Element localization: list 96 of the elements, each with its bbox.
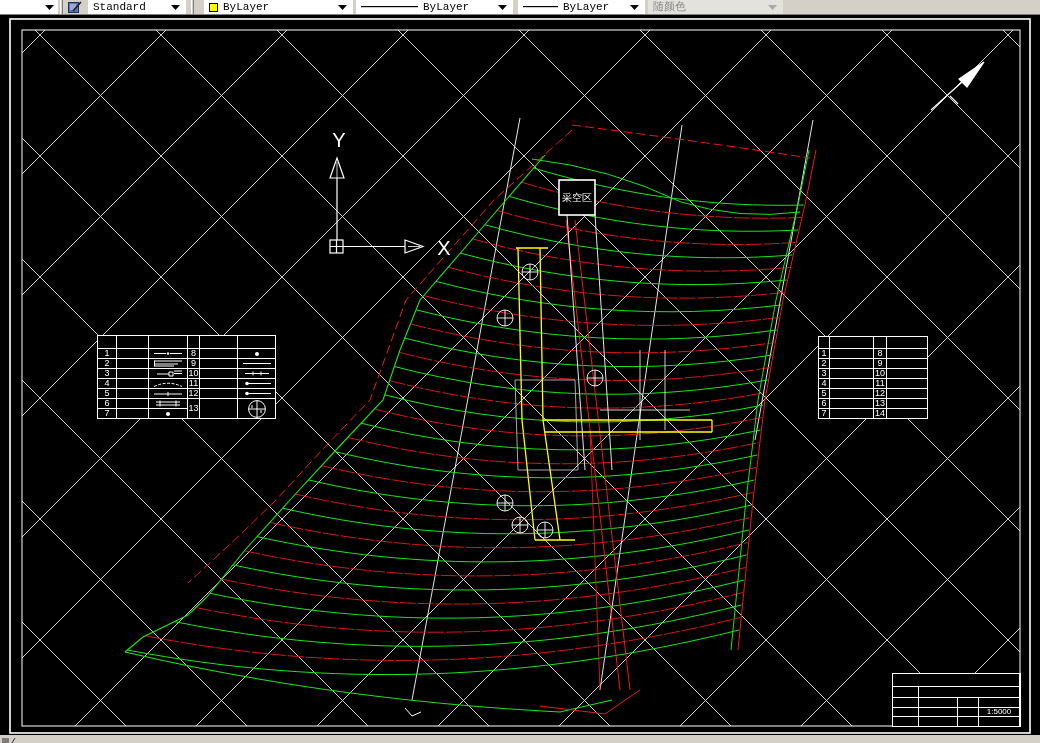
double-line-icon bbox=[154, 360, 182, 367]
table-cell: 3 bbox=[819, 369, 829, 378]
line-with-pin-icon bbox=[242, 390, 271, 397]
table-cell bbox=[830, 379, 873, 388]
caret-icon bbox=[45, 4, 54, 10]
table-cell: 1 bbox=[98, 349, 116, 358]
table-cell: 4 bbox=[98, 379, 116, 388]
table-cell bbox=[958, 717, 978, 726]
table-cell bbox=[887, 409, 927, 418]
table-cell: 5 bbox=[98, 389, 116, 398]
line-sample-icon bbox=[523, 6, 558, 8]
table-cell: 5 bbox=[819, 389, 829, 398]
table-cell bbox=[893, 707, 918, 717]
table-cell: 11 bbox=[874, 379, 886, 388]
line-icon bbox=[242, 360, 271, 367]
table-cell bbox=[893, 717, 918, 726]
table-cell bbox=[979, 698, 1019, 707]
dropdown[interactable] bbox=[0, 0, 58, 14]
table-cell: 13 bbox=[874, 399, 886, 408]
table-cell bbox=[887, 399, 927, 408]
line-sample-icon bbox=[361, 6, 418, 8]
table-cell bbox=[958, 707, 978, 717]
dot-icon bbox=[166, 411, 170, 416]
table-cell: 14 bbox=[874, 409, 886, 418]
line-with-pin-icon bbox=[242, 380, 271, 387]
table-cell: 2 bbox=[819, 359, 829, 368]
north-arrow-icon bbox=[930, 61, 985, 111]
table-cell bbox=[830, 389, 873, 398]
table-header-cell bbox=[98, 336, 116, 348]
table-cell: 2 bbox=[98, 359, 116, 368]
table-cell bbox=[958, 698, 978, 707]
area-label: 采空区 bbox=[562, 192, 592, 203]
table-cell: 10 bbox=[874, 369, 886, 378]
table-header-cell bbox=[830, 337, 873, 348]
linetype-dropdown[interactable]: ByLayer bbox=[356, 0, 513, 14]
table-cell bbox=[887, 349, 927, 358]
table-cell bbox=[887, 369, 927, 378]
table-cell bbox=[830, 369, 873, 378]
table-cell: 12 bbox=[188, 389, 199, 398]
table-header-cell bbox=[887, 337, 927, 348]
table-cell bbox=[887, 379, 927, 388]
ucs-icon bbox=[329, 156, 425, 254]
table-cell bbox=[893, 698, 918, 707]
table-header-cell bbox=[819, 337, 829, 348]
table-cell bbox=[887, 359, 927, 368]
table-cell: 6 bbox=[98, 399, 116, 408]
table-cell: 1 bbox=[819, 349, 829, 358]
table-cell: 11 bbox=[188, 379, 199, 388]
text-lines-icon bbox=[2, 738, 16, 743]
table-cell bbox=[919, 698, 957, 707]
line-with-ticks-icon bbox=[242, 370, 271, 377]
caret-icon bbox=[171, 4, 180, 10]
line-with-tick-icon bbox=[154, 390, 182, 397]
text-style-button[interactable] bbox=[66, 0, 84, 14]
table-cell bbox=[830, 349, 873, 358]
table-cell bbox=[919, 707, 957, 717]
table-cell bbox=[887, 389, 927, 398]
table-cell: 3 bbox=[98, 369, 116, 378]
table-cell bbox=[893, 687, 918, 697]
table-cell: 10 bbox=[188, 369, 199, 378]
table-cell bbox=[830, 359, 873, 368]
table-cell: 7 bbox=[819, 409, 829, 418]
table-cell: 12 bbox=[874, 389, 886, 398]
table-cell bbox=[830, 409, 873, 418]
tagged-line-icon bbox=[154, 370, 182, 377]
color-swatch-icon bbox=[209, 2, 218, 12]
table-header-cell bbox=[188, 336, 199, 348]
table-cell: 4 bbox=[819, 379, 829, 388]
caret-icon bbox=[768, 4, 777, 10]
double-line-with-ticks-icon bbox=[154, 400, 182, 407]
table-cell bbox=[979, 717, 1019, 726]
caret-icon bbox=[630, 4, 639, 10]
table-cell: 9 bbox=[188, 359, 199, 368]
dot-icon bbox=[254, 351, 259, 356]
text-style-dropdown[interactable]: Standard bbox=[88, 0, 186, 14]
table-cell: 7 bbox=[98, 409, 116, 418]
table-cell bbox=[830, 399, 873, 408]
table-cell: 8 bbox=[874, 349, 886, 358]
table-cell: 6 bbox=[819, 399, 829, 408]
caret-icon bbox=[498, 4, 507, 10]
table-cell: 13 bbox=[188, 399, 199, 418]
axis-label: X bbox=[437, 237, 451, 259]
table-header-cell bbox=[117, 336, 148, 348]
line-with-dot-icon bbox=[154, 350, 182, 357]
table-header-cell bbox=[200, 336, 237, 348]
pen-on-sheet-icon bbox=[68, 1, 82, 13]
caret-icon bbox=[338, 4, 347, 10]
table-cell: 8 bbox=[188, 349, 199, 358]
table-header-cell bbox=[874, 337, 886, 348]
layer-dropdown[interactable]: ByLayer bbox=[204, 0, 353, 14]
table-cell bbox=[919, 717, 957, 726]
dashed-arc-icon bbox=[154, 380, 182, 387]
axis-label: Y bbox=[332, 129, 346, 151]
table-cell: 9 bbox=[874, 359, 886, 368]
table-cell: 1:5000 bbox=[979, 707, 1019, 717]
lineweight-dropdown[interactable]: ByLayer bbox=[518, 0, 645, 14]
